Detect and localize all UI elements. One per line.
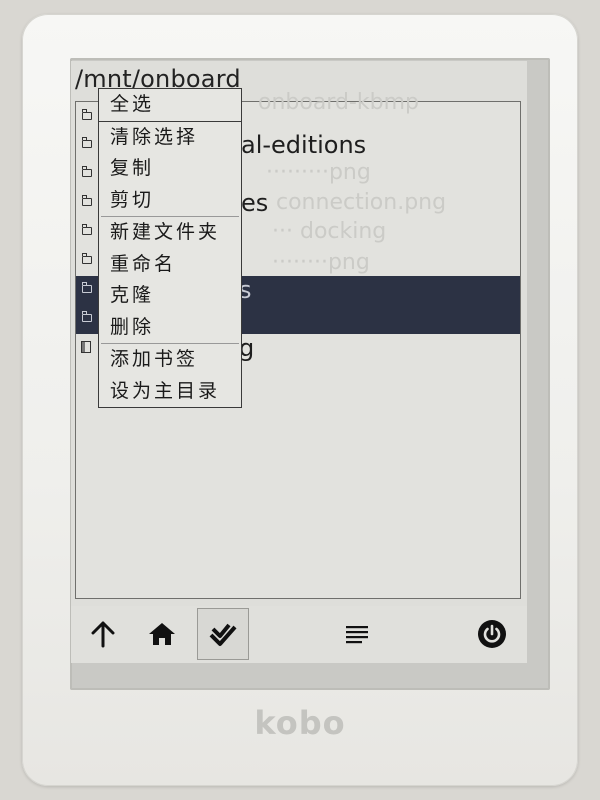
context-menu: 全选 清除选择 复制 剪切 新建文件夹 重命名 克隆 删除 添加书签 设为主目录 [98, 88, 242, 408]
menu-item-clone[interactable]: 克隆 [99, 280, 241, 312]
screen: /mnt/onboard onboard-kbmp ·········png c… [71, 61, 527, 663]
arrow-up-icon [91, 621, 115, 648]
menu-item-rename[interactable]: 重命名 [99, 249, 241, 281]
file-name: es [241, 189, 269, 217]
menu-item-new-folder[interactable]: 新建文件夹 [99, 217, 241, 249]
folder-icon [81, 253, 92, 264]
select-check-icon [209, 623, 237, 646]
menu-button[interactable] [331, 608, 383, 660]
folder-icon [81, 166, 92, 177]
brand-logo: kobo [254, 704, 346, 742]
file-name: al-editions [241, 131, 367, 159]
menu-item-cut[interactable]: 剪切 [99, 185, 241, 217]
menu-item-delete[interactable]: 删除 [99, 312, 241, 344]
menu-item-copy[interactable]: 复制 [99, 153, 241, 185]
menu-item-select-all[interactable]: 全选 [99, 89, 241, 122]
folder-icon [81, 224, 92, 235]
power-button[interactable] [466, 608, 518, 660]
menu-item-add-bookmark[interactable]: 添加书签 [99, 344, 241, 376]
folder-icon [81, 282, 92, 293]
file-icon [81, 341, 91, 353]
bottom-toolbar [71, 606, 527, 663]
select-mode-button[interactable] [197, 608, 249, 660]
folder-icon [81, 311, 92, 322]
folder-icon [81, 195, 92, 206]
menu-item-set-home[interactable]: 设为主目录 [99, 376, 241, 408]
folder-icon [81, 109, 92, 120]
home-icon [149, 623, 175, 645]
menu-lines-icon [346, 626, 368, 644]
up-button[interactable] [77, 608, 129, 660]
menu-item-clear-selection[interactable]: 清除选择 [99, 122, 241, 154]
power-icon [478, 620, 506, 648]
folder-icon [81, 137, 92, 148]
home-button[interactable] [136, 608, 188, 660]
